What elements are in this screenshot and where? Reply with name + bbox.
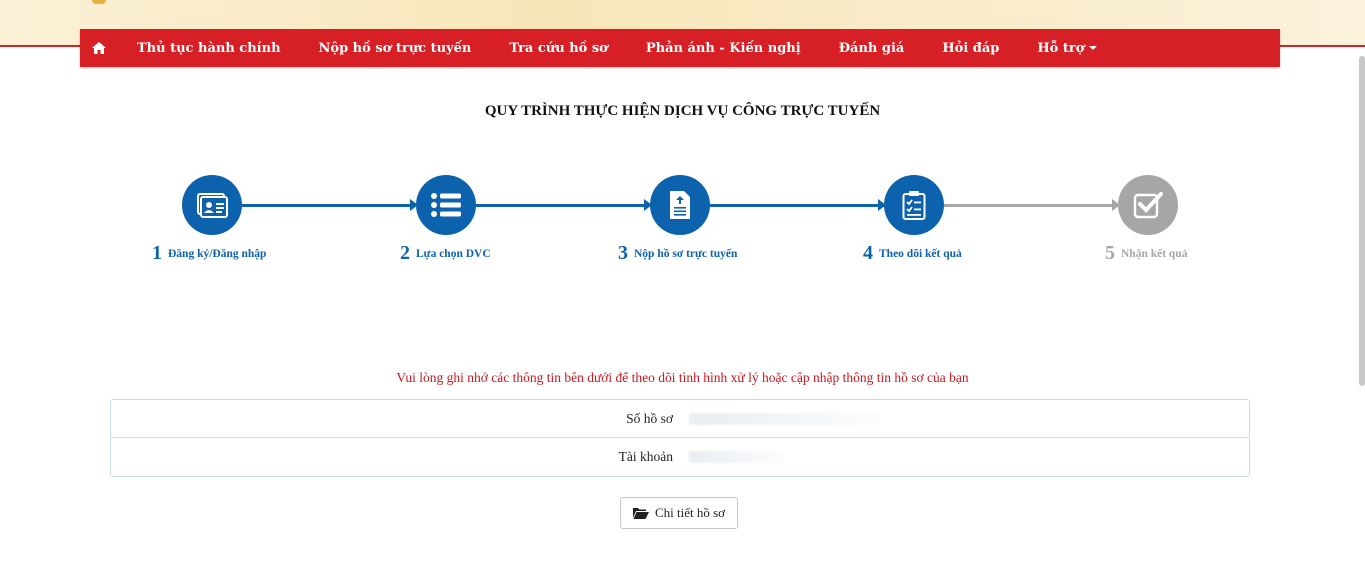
step-1-text: Đăng ký/Đăng nhập: [168, 248, 267, 260]
list-icon: [431, 193, 461, 217]
step-4-circle[interactable]: [884, 175, 944, 235]
step-1-label: 1 Đăng ký/Đăng nhập: [152, 242, 266, 265]
step-2-number: 2: [400, 242, 410, 264]
step-connector-1: [242, 204, 412, 207]
step-2-circle[interactable]: [416, 175, 476, 235]
dossier-detail-label: Chi tiết hồ sơ: [654, 505, 726, 520]
step-3-label: 3 Nộp hồ sơ trực tuyến: [618, 242, 737, 265]
notice-message: Vui lòng ghi nhớ các thông tin bên dưới …: [396, 370, 969, 385]
nav-item-ho-tro[interactable]: Hỗ trợ: [1037, 40, 1098, 56]
account-row: Tài khoản: [111, 438, 1249, 476]
dossier-detail-button[interactable]: Chi tiết hồ sơ: [620, 497, 738, 529]
nav-item-phan-anh[interactable]: Phản ánh - Kiến nghị: [646, 41, 801, 56]
step-3-circle[interactable]: [650, 175, 710, 235]
clipboard-check-icon: [902, 191, 926, 220]
step-connector-4: [944, 204, 1114, 207]
checkbox-icon: [1133, 192, 1163, 219]
step-4-text: Theo dõi kết quả: [879, 248, 962, 260]
nav-item-ho-tro-label: Hỗ trợ: [1037, 40, 1085, 56]
nav-item-hoi-dap[interactable]: Hỏi đáp: [942, 41, 999, 56]
home-icon: [92, 42, 106, 54]
step-5-number: 5: [1105, 242, 1115, 264]
step-1-circle[interactable]: [182, 175, 242, 235]
main-navbar: Thủ tục hành chính Nộp hồ sơ trực tuyến …: [80, 29, 1280, 67]
account-value-redacted: [689, 451, 784, 463]
step-3-text: Nộp hồ sơ trực tuyến: [634, 248, 738, 260]
file-upload-icon: [670, 191, 690, 219]
page-title: QUY TRÌNH THỰC HIỆN DỊCH VỤ CÔNG TRỰC TU…: [484, 103, 881, 119]
account-label: Tài khoản: [618, 449, 673, 464]
dossier-number-value-redacted: [689, 412, 879, 425]
nav-item-tra-cuu[interactable]: Tra cứu hồ sơ: [509, 41, 608, 56]
dossier-number-row: Số hồ sơ: [111, 400, 1249, 438]
step-5-label: 5 Nhận kết quả: [1105, 242, 1187, 265]
caret-down-icon: [1089, 46, 1098, 50]
nav-item-thu-tuc[interactable]: Thủ tục hành chính: [137, 41, 281, 56]
step-3-number: 3: [618, 242, 628, 264]
emblem-fragment: [92, 0, 106, 4]
step-5-circle[interactable]: [1118, 175, 1178, 235]
folder-open-icon: [632, 508, 649, 519]
nav-item-nop-ho-so[interactable]: Nộp hồ sơ trực tuyến: [319, 41, 472, 56]
id-card-icon: [197, 193, 228, 218]
step-connector-3: [710, 204, 880, 207]
dossier-info-table: Số hồ sơ Tài khoản: [110, 399, 1250, 477]
step-1-number: 1: [152, 242, 162, 264]
nav-home[interactable]: [80, 29, 118, 67]
step-connector-2: [476, 204, 646, 207]
step-4-label: 4 Theo dõi kết quả: [863, 242, 962, 265]
dossier-number-label: Số hồ sơ: [626, 410, 673, 426]
process-steps: 1 Đăng ký/Đăng nhập 2 Lựa chọn DVC 3 Nộp hồ…: [0, 170, 1365, 280]
nav-item-danh-gia[interactable]: Đánh giá: [839, 41, 905, 56]
step-2-text: Lựa chọn DVC: [416, 248, 491, 260]
step-5-text: Nhận kết quả: [1121, 248, 1188, 260]
step-4-number: 4: [863, 242, 873, 264]
step-2-label: 2 Lựa chọn DVC: [400, 242, 491, 265]
